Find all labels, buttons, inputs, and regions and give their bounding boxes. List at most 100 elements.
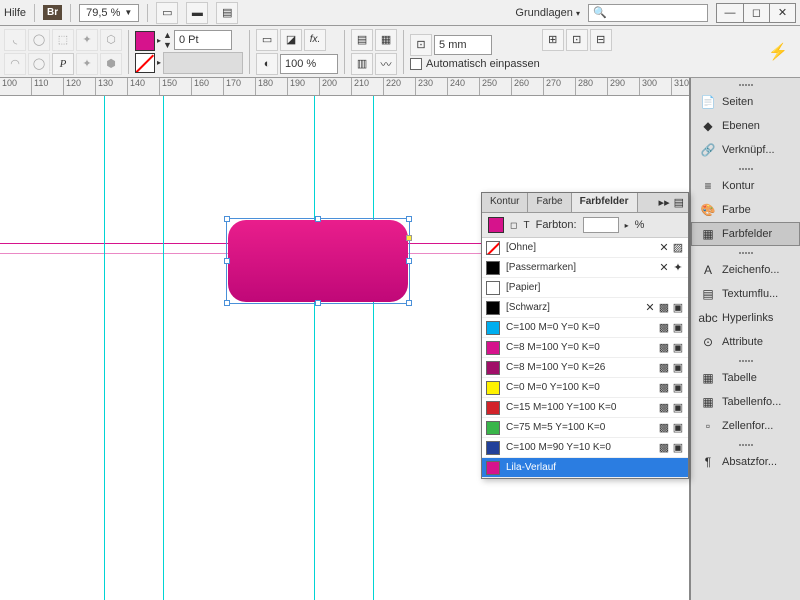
maximize-button[interactable]: ◻ (743, 4, 769, 22)
selection-handle[interactable] (406, 216, 412, 222)
swatch-name: C=100 M=0 Y=0 K=0 (506, 322, 652, 333)
swatch-row[interactable]: [Ohne]✕▨ (482, 238, 688, 258)
panel-button[interactable]: ▫Zellenfor... (691, 414, 800, 438)
tool-icon[interactable]: ✦ (76, 29, 98, 51)
panel-button[interactable]: ▦Tabelle (691, 366, 800, 390)
view-mode-3-icon[interactable]: ▤ (216, 2, 238, 24)
workspace-switcher[interactable]: Grundlagen ▾ (515, 7, 580, 19)
swatch-row[interactable]: C=8 M=100 Y=0 K=0▩▣ (482, 338, 688, 358)
view-mode-2-icon[interactable]: ▬ (186, 2, 208, 24)
selection-handle[interactable] (315, 216, 321, 222)
tool-icon[interactable]: ◟ (4, 29, 26, 51)
vertical-guide[interactable] (373, 96, 374, 600)
panel-button[interactable]: ◆Ebenen (691, 114, 800, 138)
selection-handle[interactable] (406, 258, 412, 264)
panel-button[interactable]: AZeichenfo... (691, 258, 800, 282)
tool-icon[interactable]: ✦ (76, 53, 98, 75)
tool-icon[interactable]: ◠ (4, 53, 26, 75)
panel-label: Tabellenfo... (722, 396, 781, 408)
zoom-field[interactable]: 79,5 %▼ (79, 4, 139, 22)
effects-icon[interactable]: ▭ (256, 29, 278, 51)
fit-icon[interactable]: ⊡ (566, 29, 588, 51)
shadow-icon[interactable]: ◪ (280, 29, 302, 51)
vertical-guide[interactable] (314, 96, 315, 600)
bolt-icon[interactable]: ⚡ (768, 42, 788, 62)
swatch-flags: ✕▨ (658, 241, 684, 254)
swatch-flags: ▩▣ (658, 401, 684, 414)
type-tool-icon[interactable]: P (52, 53, 74, 75)
wrap-icon[interactable]: ▥ (351, 53, 373, 75)
collapse-icon[interactable]: ▸▸ (659, 196, 670, 209)
fx-icon[interactable]: fx. (304, 29, 326, 51)
swatch-flags: ▩▣ (658, 441, 684, 454)
swatch-row[interactable]: [Schwarz]✕▩▣ (482, 298, 688, 318)
swatch-row[interactable]: [Passermarken]✕✦ (482, 258, 688, 278)
swatch-chip (486, 441, 500, 455)
panel-label: Textumflu... (722, 288, 778, 300)
tab-farbe[interactable]: Farbe (528, 193, 571, 212)
panel-button[interactable]: 📄Seiten (691, 90, 800, 114)
panel-button[interactable]: ▦Farbfelder (691, 222, 800, 246)
minimize-button[interactable]: — (717, 4, 743, 22)
swatch-row[interactable]: C=100 M=0 Y=0 K=0▩▣ (482, 318, 688, 338)
panel-button[interactable]: ¶Absatzfor... (691, 450, 800, 474)
selection-handle[interactable] (224, 300, 230, 306)
swatch-row[interactable]: Lila-Verlauf (482, 458, 688, 478)
close-button[interactable]: ✕ (769, 4, 795, 22)
wrap-icon[interactable]: ▦ (375, 29, 397, 51)
tool-icon[interactable]: ⬡ (100, 29, 122, 51)
help-menu[interactable]: Hilfe (4, 7, 26, 19)
text-icon[interactable]: T (523, 220, 529, 231)
panel-icon: 📄 (700, 95, 716, 109)
panel-button[interactable]: ▦Tabellenfo... (691, 390, 800, 414)
selection-handle[interactable] (406, 300, 412, 306)
panel-icon: ¶ (700, 455, 716, 469)
view-mode-1-icon[interactable]: ▭ (156, 2, 178, 24)
fit-icon[interactable]: ⊞ (542, 29, 564, 51)
swatch-row[interactable]: C=100 M=90 Y=10 K=0▩▣ (482, 438, 688, 458)
autofit-checkbox[interactable] (410, 58, 422, 70)
panel-button[interactable]: ⊙Attribute (691, 330, 800, 354)
tab-farbfelder[interactable]: Farbfelder (572, 193, 638, 212)
panel-label: Tabelle (722, 372, 757, 384)
selection-handle[interactable] (224, 258, 230, 264)
tint-field[interactable] (583, 217, 619, 233)
fill-swatch[interactable] (135, 31, 155, 51)
tool-icon[interactable]: ⬢ (100, 53, 122, 75)
wrap-icon[interactable]: 〰 (375, 53, 397, 75)
bridge-badge[interactable]: Br (43, 5, 62, 20)
container-icon[interactable]: ◻ (510, 220, 517, 231)
vertical-guide[interactable] (104, 96, 105, 600)
panel-button[interactable]: 🔗Verknüpf... (691, 138, 800, 162)
tool-icon[interactable]: ⬚ (52, 29, 74, 51)
search-icon: 🔍 (593, 6, 607, 19)
stroke-weight-field[interactable]: 0 Pt (174, 30, 232, 50)
panel-button[interactable]: ▤Textumflu... (691, 282, 800, 306)
panel-button[interactable]: 🎨Farbe (691, 198, 800, 222)
tool-icon[interactable]: ◯ (28, 29, 50, 51)
search-input[interactable]: 🔍 (588, 4, 708, 22)
stroke-swatch[interactable] (135, 53, 155, 73)
vertical-guide[interactable] (163, 96, 164, 600)
fit-icon[interactable]: ⊟ (590, 29, 612, 51)
panel-button[interactable]: abcHyperlinks (691, 306, 800, 330)
swatch-row[interactable]: C=75 M=5 Y=100 K=0▩▣ (482, 418, 688, 438)
corner-handle[interactable] (406, 235, 412, 241)
selection-handle[interactable] (315, 300, 321, 306)
selection-handle[interactable] (224, 216, 230, 222)
tab-kontur[interactable]: Kontur (482, 193, 528, 212)
frame-icon[interactable]: ⊡ (410, 34, 432, 56)
inset-field[interactable]: 5 mm (434, 35, 492, 55)
fill-preview[interactable] (488, 217, 504, 233)
swatch-row[interactable]: [Papier] (482, 278, 688, 298)
tool-icon[interactable]: ◯ (28, 53, 50, 75)
panel-button[interactable]: ≡Kontur (691, 174, 800, 198)
panel-menu-icon[interactable]: ▤ (674, 196, 684, 209)
swatch-row[interactable]: C=0 M=0 Y=100 K=0▩▣ (482, 378, 688, 398)
opacity-icon[interactable]: ◐ (256, 53, 278, 75)
opacity-field[interactable]: 100 % (280, 54, 338, 74)
swatch-row[interactable]: C=8 M=100 Y=0 K=26▩▣ (482, 358, 688, 378)
swatch-row[interactable]: C=15 M=100 Y=100 K=0▩▣ (482, 398, 688, 418)
stroke-spinner-icon[interactable]: ▲▼ (163, 30, 172, 50)
wrap-icon[interactable]: ▤ (351, 29, 373, 51)
